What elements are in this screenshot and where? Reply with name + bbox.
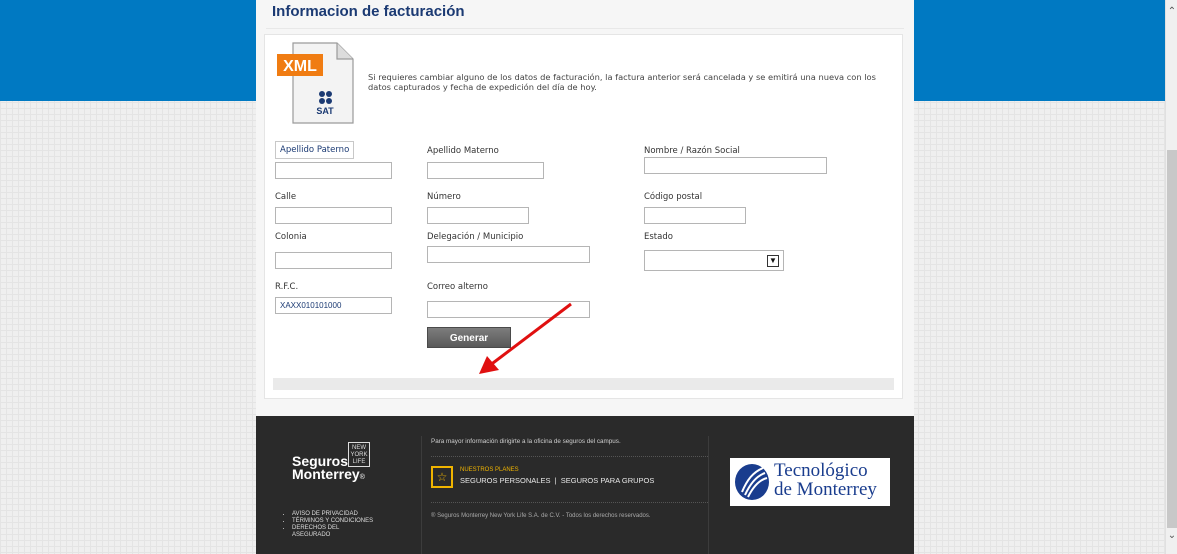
- derechos-link-line1: DERECHOS DEL: [292, 525, 340, 531]
- main-content: Informacion de facturación XML SAT Si re…: [256, 0, 914, 416]
- chevron-down-icon[interactable]: ▼: [767, 255, 779, 267]
- rfc-label: R.F.C.: [275, 282, 299, 292]
- colonia-input[interactable]: [275, 252, 392, 269]
- correo-label: Correo alterno: [427, 282, 488, 292]
- seguros-personales-link[interactable]: SEGUROS PERSONALES: [460, 476, 550, 485]
- billing-form-panel: XML SAT Si requieres cambiar alguno de l…: [264, 34, 903, 399]
- panel-footer-strip: [273, 378, 894, 390]
- codigo-postal-label: Código postal: [644, 192, 703, 202]
- nyl-line3: LIFE: [352, 459, 366, 465]
- legal-links: AVISO DE PRIVACIDAD TÉRMINOS Y CONDICION…: [284, 511, 373, 539]
- star-document-icon: ☆: [431, 466, 453, 488]
- scroll-up-icon[interactable]: ⌃: [1167, 6, 1177, 18]
- tec-seal-icon: [735, 464, 769, 500]
- aviso-privacidad-link[interactable]: AVISO DE PRIVACIDAD: [292, 511, 373, 518]
- vertical-scrollbar[interactable]: ⌃ ⌄: [1165, 0, 1177, 554]
- derechos-link[interactable]: DERECHOS DELASEGURADO: [292, 525, 373, 539]
- apellido-paterno-input[interactable]: [275, 162, 392, 179]
- nombre-label: Nombre / Razón Social: [644, 146, 740, 156]
- scroll-down-icon[interactable]: ⌄: [1167, 530, 1177, 542]
- tec-line2: de Monterrey: [774, 479, 877, 500]
- estado-select[interactable]: ▼: [644, 250, 784, 271]
- numero-input[interactable]: [427, 207, 529, 224]
- colonia-label: Colonia: [275, 232, 307, 242]
- nyl-line2: YORK: [350, 452, 368, 458]
- intro-text: Si requieres cambiar alguno de los datos…: [368, 72, 876, 92]
- footer-info-text: Para mayor información dirigirte a la of…: [431, 438, 621, 445]
- delegacion-label: Delegación / Municipio: [427, 232, 524, 242]
- footer-rule-top: [431, 456, 708, 457]
- terminos-link[interactable]: TÉRMINOS Y CONDICIONES: [292, 518, 373, 525]
- derechos-link-line2: ASEGURADO: [292, 532, 331, 538]
- link-separator: |: [554, 476, 557, 485]
- header-band-left: [0, 0, 256, 101]
- apellido-materno-input[interactable]: [427, 162, 544, 179]
- new-york-life-logo: NEW YORK LIFE: [348, 442, 370, 467]
- planes-title: NUESTROS PLANES: [460, 467, 519, 473]
- sat-badge-label: SAT: [316, 106, 334, 116]
- estado-label: Estado: [644, 232, 673, 242]
- brand-line2: Monterrey: [292, 466, 360, 482]
- nombre-input[interactable]: [644, 157, 827, 174]
- xml-badge-label: XML: [283, 58, 317, 75]
- footer-rule-bottom: [431, 502, 708, 503]
- codigo-postal-input[interactable]: [644, 207, 746, 224]
- calle-input[interactable]: [275, 207, 392, 224]
- tec-line1: Tecnológico: [774, 460, 868, 481]
- nyl-line1: NEW: [352, 445, 366, 451]
- apellido-paterno-label: Apellido Paterno: [275, 141, 355, 159]
- copyright-text: ® Seguros Monterrey New York Life S.A. d…: [431, 513, 651, 519]
- seguros-grupos-link[interactable]: SEGUROS PARA GRUPOS: [561, 476, 655, 485]
- footer-divider-right: [708, 436, 709, 554]
- scrollbar-thumb[interactable]: [1167, 150, 1177, 528]
- page-title: Informacion de facturación: [272, 3, 465, 20]
- rfc-input[interactable]: XAXX010101000: [275, 297, 392, 314]
- site-footer: Seguros Monterrey® NEW YORK LIFE AVISO D…: [256, 416, 914, 554]
- title-divider: [266, 28, 904, 29]
- numero-label: Número: [427, 192, 461, 202]
- calle-label: Calle: [275, 192, 297, 202]
- delegacion-input[interactable]: [427, 246, 590, 263]
- footer-divider-left: [421, 436, 422, 554]
- seguros-monterrey-logo[interactable]: Seguros Monterrey® NEW YORK LIFE: [292, 442, 402, 488]
- tecnologico-monterrey-logo[interactable]: Tecnológico de Monterrey: [730, 458, 890, 506]
- header-band-right: [914, 0, 1165, 101]
- planes-links: SEGUROS PERSONALES | SEGUROS PARA GRUPOS: [460, 476, 654, 485]
- brand-mark: ®: [359, 474, 365, 481]
- annotation-arrow-icon: [479, 302, 572, 374]
- xml-file-icon: XML SAT: [277, 42, 354, 124]
- apellido-materno-label: Apellido Materno: [427, 146, 499, 156]
